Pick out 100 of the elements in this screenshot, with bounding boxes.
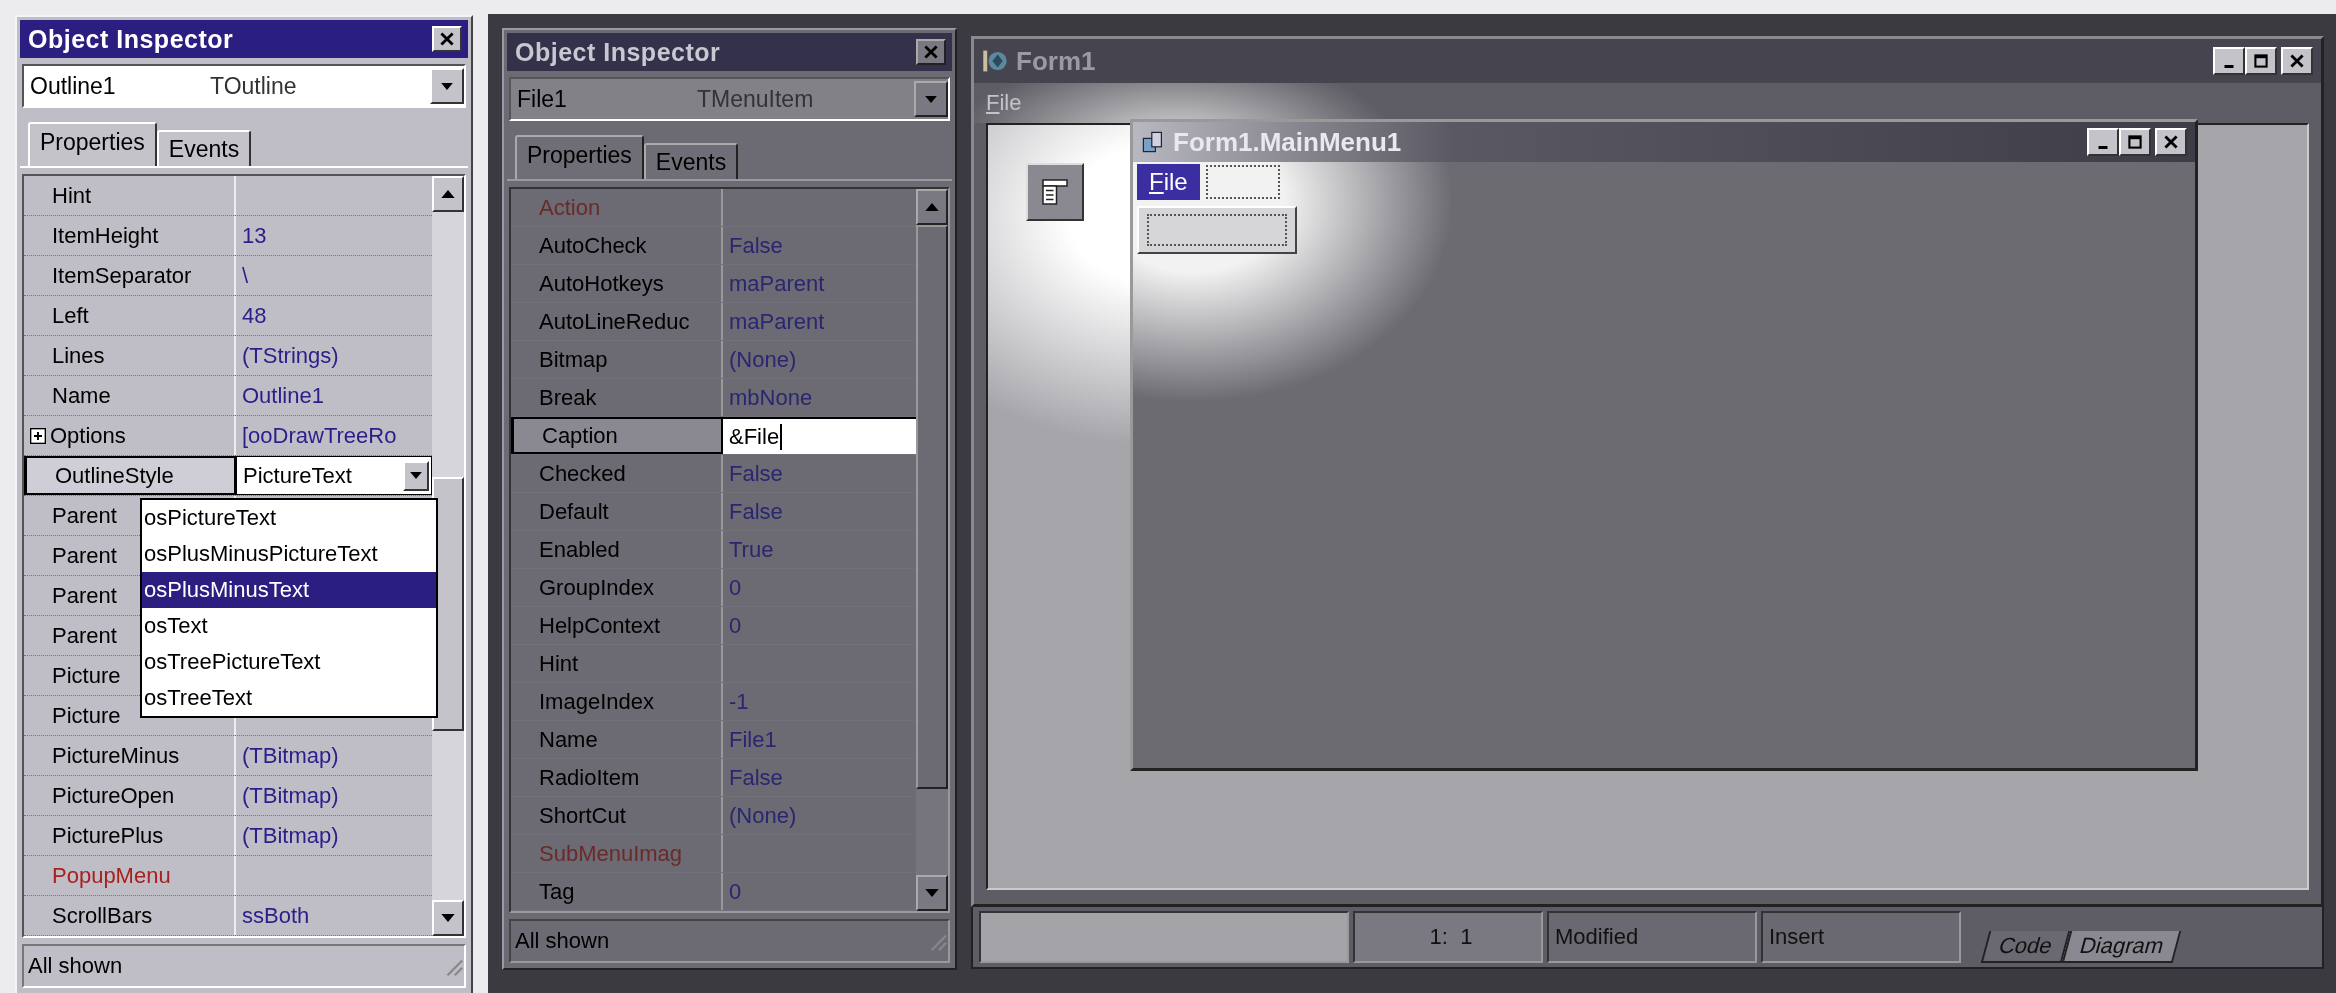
- property-name[interactable]: PicturePlus: [52, 822, 164, 849]
- app-icon: [982, 48, 1008, 74]
- property-value[interactable]: (TBitmap): [242, 822, 339, 849]
- object-name: File1: [517, 85, 568, 113]
- property-name[interactable]: ItemSeparator: [52, 262, 192, 289]
- property-name[interactable]: AutoCheck: [539, 232, 647, 259]
- dropdown-option[interactable]: osPictureText: [142, 500, 436, 536]
- close-button[interactable]: [916, 39, 946, 65]
- property-value[interactable]: \: [242, 262, 249, 289]
- window-title: Form1: [1016, 45, 1097, 77]
- dropdown-option[interactable]: osPlusMinusPictureText: [142, 536, 436, 572]
- property-name[interactable]: AutoHotkeys: [539, 270, 664, 297]
- property-name[interactable]: HelpContext: [539, 612, 661, 639]
- object-selector[interactable]: Outline1 TOutline: [22, 64, 466, 108]
- close-icon: [2164, 135, 2178, 149]
- property-name[interactable]: PictureOpen: [52, 782, 175, 809]
- property-name[interactable]: Parent: [52, 622, 117, 649]
- object-type: TOutline: [210, 72, 298, 100]
- minimize-button[interactable]: [2213, 47, 2245, 75]
- window-title: Object Inspector: [28, 24, 234, 54]
- up-arrow-icon: [441, 190, 455, 198]
- scrollbar-thumb[interactable]: [916, 225, 948, 789]
- minimize-button[interactable]: [2087, 128, 2119, 156]
- property-name[interactable]: ItemHeight: [52, 222, 159, 249]
- expand-icon[interactable]: [30, 427, 46, 444]
- property-name[interactable]: Hint: [52, 182, 92, 209]
- menu-item[interactable]: File: [1137, 164, 1200, 200]
- object-type: TMenuItem: [697, 85, 815, 113]
- property-name[interactable]: ScrollBars: [52, 902, 153, 929]
- property-name[interactable]: Lines: [52, 342, 105, 369]
- close-icon: [440, 32, 454, 46]
- property-value[interactable]: [ooDrawTreeRo: [242, 422, 397, 449]
- dropdown-option[interactable]: osPlusMinusText: [142, 572, 436, 608]
- tab[interactable]: Events: [643, 143, 739, 179]
- property-value[interactable]: (TBitmap): [242, 782, 339, 809]
- tab[interactable]: Diagram: [2061, 931, 2181, 963]
- property-name[interactable]: Tag: [539, 878, 575, 905]
- menu-item[interactable]: File: [986, 90, 1022, 116]
- maximize-icon: [2254, 54, 2268, 68]
- tab[interactable]: Properties: [515, 135, 644, 179]
- caret-icon: [441, 82, 453, 90]
- scroll-up-button[interactable]: [916, 189, 948, 225]
- object-name: Outline1: [30, 72, 117, 100]
- property-name[interactable]: Options: [50, 422, 126, 449]
- property-name[interactable]: RadioItem: [539, 764, 640, 791]
- property-name[interactable]: Default: [539, 498, 609, 525]
- tab[interactable]: Events: [156, 130, 252, 166]
- property-name[interactable]: Name: [52, 382, 111, 409]
- property-name[interactable]: Checked: [539, 460, 626, 487]
- dropdown-button[interactable]: [914, 81, 948, 117]
- property-name[interactable]: PictureMinus: [52, 742, 180, 769]
- object-selector[interactable]: File1 TMenuItem: [509, 77, 950, 121]
- window-title: Object Inspector: [515, 37, 721, 67]
- property-name[interactable]: Hint: [539, 650, 579, 677]
- scroll-down-button[interactable]: [916, 875, 948, 911]
- property-name[interactable]: Enabled: [539, 536, 620, 563]
- property-name[interactable]: Picture: [52, 702, 121, 729]
- status-text: 1: 1: [1429, 924, 1473, 950]
- maximize-icon: [2128, 135, 2142, 149]
- status-text: All shown: [28, 953, 123, 979]
- dropdown-option[interactable]: osTreePictureText: [142, 644, 436, 680]
- status-text: All shown: [515, 928, 610, 954]
- maximize-button[interactable]: [2119, 128, 2151, 156]
- property-name[interactable]: ImageIndex: [539, 688, 654, 715]
- property-value[interactable]: 13: [242, 222, 267, 249]
- caret-icon: [925, 95, 937, 103]
- property-name[interactable]: Left: [52, 302, 89, 329]
- status-text: Modified: [1555, 924, 1639, 950]
- up-arrow-icon: [925, 203, 939, 211]
- property-value[interactable]: (TBitmap): [242, 742, 339, 769]
- property-name[interactable]: AutoLineReduc: [539, 308, 690, 335]
- property-value[interactable]: (TStrings): [242, 342, 339, 369]
- property-name[interactable]: Break: [539, 384, 597, 411]
- minimize-icon: [2098, 145, 2108, 149]
- property-name[interactable]: Parent: [52, 502, 117, 529]
- tab[interactable]: Code: [1980, 931, 2070, 963]
- tab[interactable]: Properties: [28, 122, 157, 166]
- new-submenu-slot[interactable]: [1137, 206, 1297, 254]
- property-name[interactable]: Picture: [52, 662, 121, 689]
- minimize-icon: [2224, 64, 2234, 68]
- property-value[interactable]: 48: [242, 302, 267, 329]
- close-icon: [2290, 54, 2304, 68]
- property-value[interactable]: Outline1: [242, 382, 324, 409]
- property-name[interactable]: Parent: [52, 542, 117, 569]
- menu-component-icon[interactable]: [1026, 163, 1084, 221]
- dropdown-option[interactable]: osText: [142, 608, 436, 644]
- dropdown-option[interactable]: osTreeText: [142, 680, 436, 716]
- value-combo[interactable]: PictureText: [236, 456, 432, 495]
- property-name[interactable]: GroupIndex: [539, 574, 654, 601]
- maximize-button[interactable]: [2245, 47, 2277, 75]
- new-menu-slot[interactable]: [1205, 165, 1280, 199]
- window-icon: [1141, 130, 1165, 154]
- property-name[interactable]: PopupMenu: [52, 862, 171, 889]
- property-name[interactable]: ShortCut: [539, 802, 626, 829]
- property-name[interactable]: Bitmap: [539, 346, 608, 373]
- down-arrow-icon: [925, 889, 939, 897]
- status-text: Insert: [1769, 924, 1825, 950]
- property-name[interactable]: Name: [539, 726, 598, 753]
- property-name[interactable]: Parent: [52, 582, 117, 609]
- property-value[interactable]: ssBoth: [242, 902, 310, 929]
